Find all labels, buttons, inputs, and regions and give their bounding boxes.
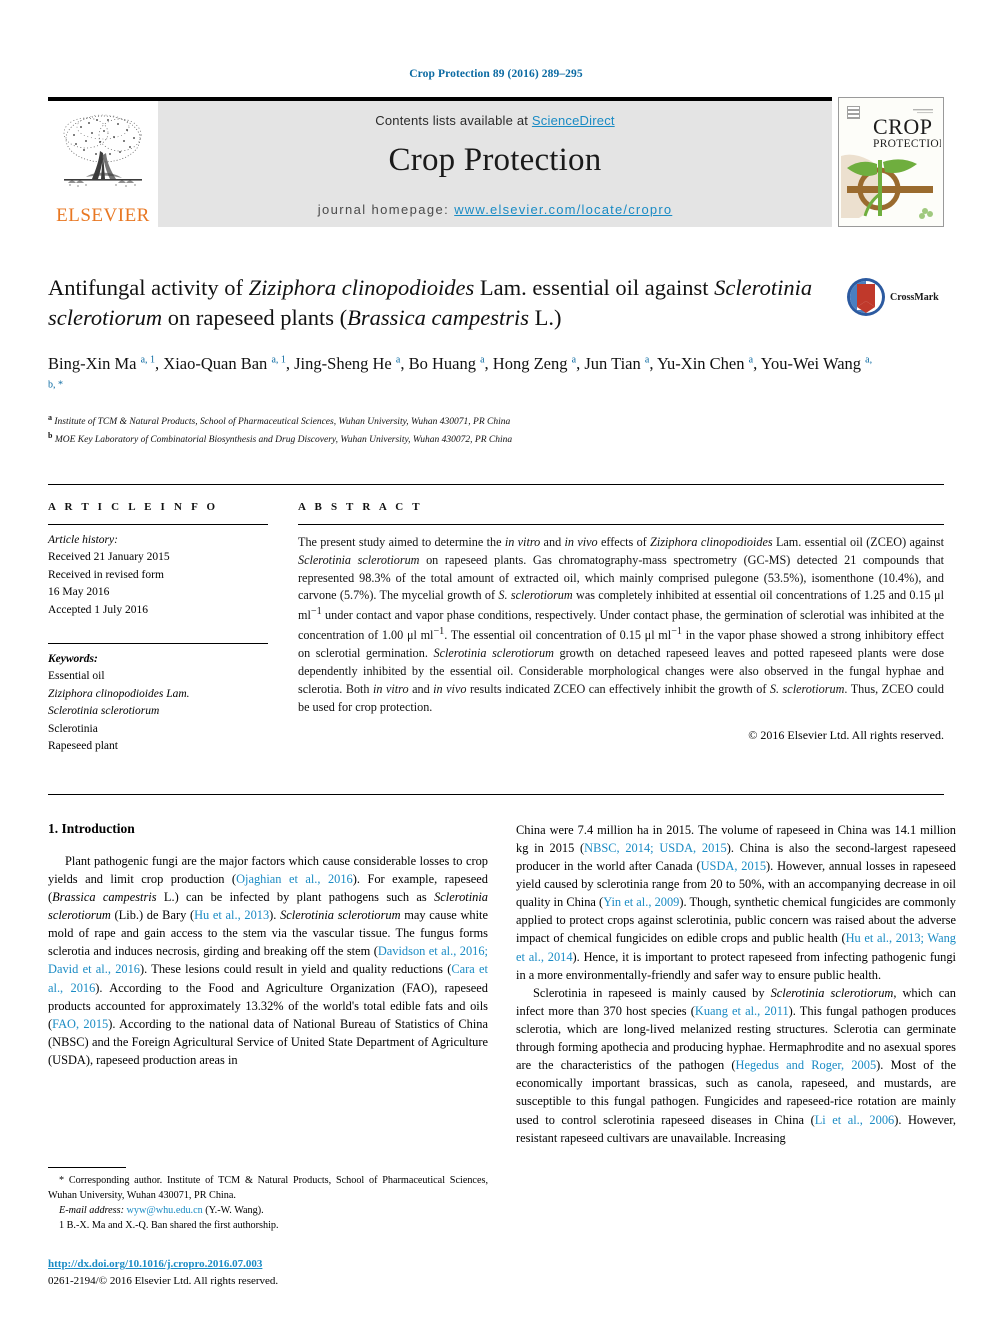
citation-link[interactable]: Li et al., 2006 [815,1113,895,1127]
abstract-copyright: © 2016 Elsevier Ltd. All rights reserved… [748,728,944,743]
citation-link[interactable]: Hu et al., 2013 [194,908,269,922]
title-block: Antifungal activity of Ziziphora clinopo… [48,273,944,332]
author-entry: Bing-Xin Ma a, 1 [48,354,156,374]
footnote-first-authorship: 1 B.-X. Ma and X.-Q. Ban shared the firs… [59,1220,279,1232]
abstract-heading: A B S T R A C T [298,500,423,513]
author-entry: Xiao-Quan Ban a, 1 [163,354,286,374]
citation-link[interactable]: NBSC, 2014; USDA, 2015 [584,841,727,855]
running-head: Crop Protection 89 (2016) 289–295 [409,68,583,80]
elsevier-logo-block: ELSEVIER [48,97,158,227]
keywords-label: Keywords: [48,652,98,665]
body-column-right: China were 7.4 million ha in 2015. The v… [516,821,956,1147]
citation-link[interactable]: Kuang et al., 2011 [695,1004,789,1018]
journal-article-page: Crop Protection 89 (2016) 289–295 ELSEVI… [0,0,992,1323]
keyword-item: Rapeseed plant [48,740,118,753]
journal-homepage-link[interactable]: www.elsevier.com/locate/cropro [454,202,672,217]
history-item: 16 May 2016 [48,586,110,599]
journal-band: Contents lists available at ScienceDirec… [158,97,832,227]
keywords-block: Keywords: Essential oil Ziziphora clinop… [48,642,268,756]
title-species-1: Ziziphora clinopodioides [248,275,475,300]
crossmark-badge[interactable]: CrossMark [846,275,944,319]
citation-link[interactable]: Ojaghian et al., 2016 [236,872,353,886]
page-title: Antifungal activity of Ziziphora clinopo… [48,273,838,332]
abstract-divider: The present study aimed to determine the… [298,523,945,744]
history-item: Received 21 January 2015 [48,551,170,564]
footnote-block: * Corresponding author. Institute of TCM… [48,1167,488,1289]
title-segment-1: Antifungal activity of [48,275,249,300]
citation-link[interactable]: Hu et al., 2013; Wang et al., 2014 [516,931,956,963]
citation-link[interactable]: Hegedus and Roger, 2005 [736,1058,877,1072]
affiliation-item: a Institute of TCM & Natural Products, S… [48,412,511,428]
keyword-item: Sclerotinia sclerotiorum [48,705,160,718]
info-abstract-region: A R T I C L E I N F O Article history: R… [48,483,944,756]
title-species-3: Brassica campestris [347,304,529,330]
intro-paragraph-right-1: China were 7.4 million ha in 2015. The v… [516,822,956,982]
author-entry: Bo Huang a [408,354,485,374]
footnote-email: E-mail address: wyw@whu.edu.cn (Y.-W. Wa… [48,1204,488,1219]
history-item: Accepted 1 July 2016 [48,603,148,616]
svg-text:PROTECTION: PROTECTION [873,138,941,150]
title-segment-3: on rapeseed plants ( [162,304,348,330]
article-history-block: Article history: Received 21 January 201… [48,525,268,619]
footnote-divider [48,1167,126,1169]
intro-paragraph-right-2: Sclerotinia in rapeseed is mainly caused… [516,985,956,1145]
doi-block: http://dx.doi.org/10.1016/j.cropro.2016.… [48,1256,488,1289]
journal-title: Crop Protection [388,142,602,178]
article-info-column: A R T I C L E I N F O Article history: R… [48,501,298,756]
contents-prefix: Contents lists available at [375,113,532,128]
citation-link[interactable]: USDA, 2015 [701,859,766,873]
citation-link[interactable]: Yin et al., 2009 [603,895,679,909]
intro-paragraph-left: Plant pathogenic fungi are the major fac… [48,853,489,1067]
journal-homepage-line: journal homepage: www.elsevier.com/locat… [158,202,832,217]
journal-masthead: ELSEVIER Contents lists available at Sci… [48,97,944,227]
history-item: Received in revised form [48,568,164,581]
body-column-left: 1. Introduction Plant pathogenic fungi a… [48,821,488,1147]
abstract-column: A B S T R A C T The present study aimed … [298,501,944,756]
journal-cover-thumbnail: CROP PROTECTION [838,97,944,227]
keyword-item: Sclerotinia [48,722,98,735]
issn-copyright: 0261-2194/© 2016 Elsevier Ltd. All right… [48,1274,279,1287]
article-info-heading: A R T I C L E I N F O [48,500,219,513]
author-entry: Jing-Sheng He a [294,354,401,374]
doi-link[interactable]: http://dx.doi.org/10.1016/j.cropro.2016.… [48,1258,262,1270]
article-history-label: Article history: [48,533,118,546]
contents-lists-line: Contents lists available at ScienceDirec… [166,101,824,128]
elsevier-tree-icon [63,114,142,187]
crossmark-icon [847,278,885,316]
crossmark-label: CrossMark [890,291,939,303]
abstract-text: The present study aimed to determine the… [298,534,945,715]
author-list: Bing-Xin Ma a, 1, Xiao-Quan Ban a, 1, Ji… [48,352,878,402]
keyword-item: Ziziphora clinopodioides Lam. [48,687,190,700]
author-entry: Hong Zeng a [492,354,577,374]
keyword-item: Essential oil [48,670,105,683]
citation-link[interactable]: FAO, 2015 [52,1017,108,1031]
citation-link[interactable]: Davidson et al., 2016; David et al., 201… [48,944,488,976]
homepage-prefix: journal homepage: [317,202,455,217]
title-segment-4: L.) [528,304,562,330]
author-entry: Yu-Xin Chen a [656,354,754,374]
crop-protection-cover-art: CROP PROTECTION [839,98,943,226]
affiliation-list: a Institute of TCM & Natural Products, S… [48,412,944,448]
section-heading-introduction: 1. Introduction [48,820,135,836]
svg-text:CROP: CROP [873,114,932,139]
affiliation-item: b MOE Key Laboratory of Combinatorial Bi… [48,430,513,445]
article-body: 1. Introduction Plant pathogenic fungi a… [48,793,956,1147]
sciencedirect-link[interactable]: ScienceDirect [532,113,615,128]
email-owner: (Y.-W. Wang). [205,1205,264,1217]
author-entry: Jun Tian a [584,354,650,374]
email-label: E-mail address: [59,1205,124,1217]
email-link[interactable]: wyw@whu.edu.cn [127,1205,203,1216]
title-segment-2: Lam. essential oil against [474,275,715,300]
footnote-corresponding-author: * Corresponding author. Institute of TCM… [48,1175,488,1202]
elsevier-wordmark: ELSEVIER [56,205,150,226]
